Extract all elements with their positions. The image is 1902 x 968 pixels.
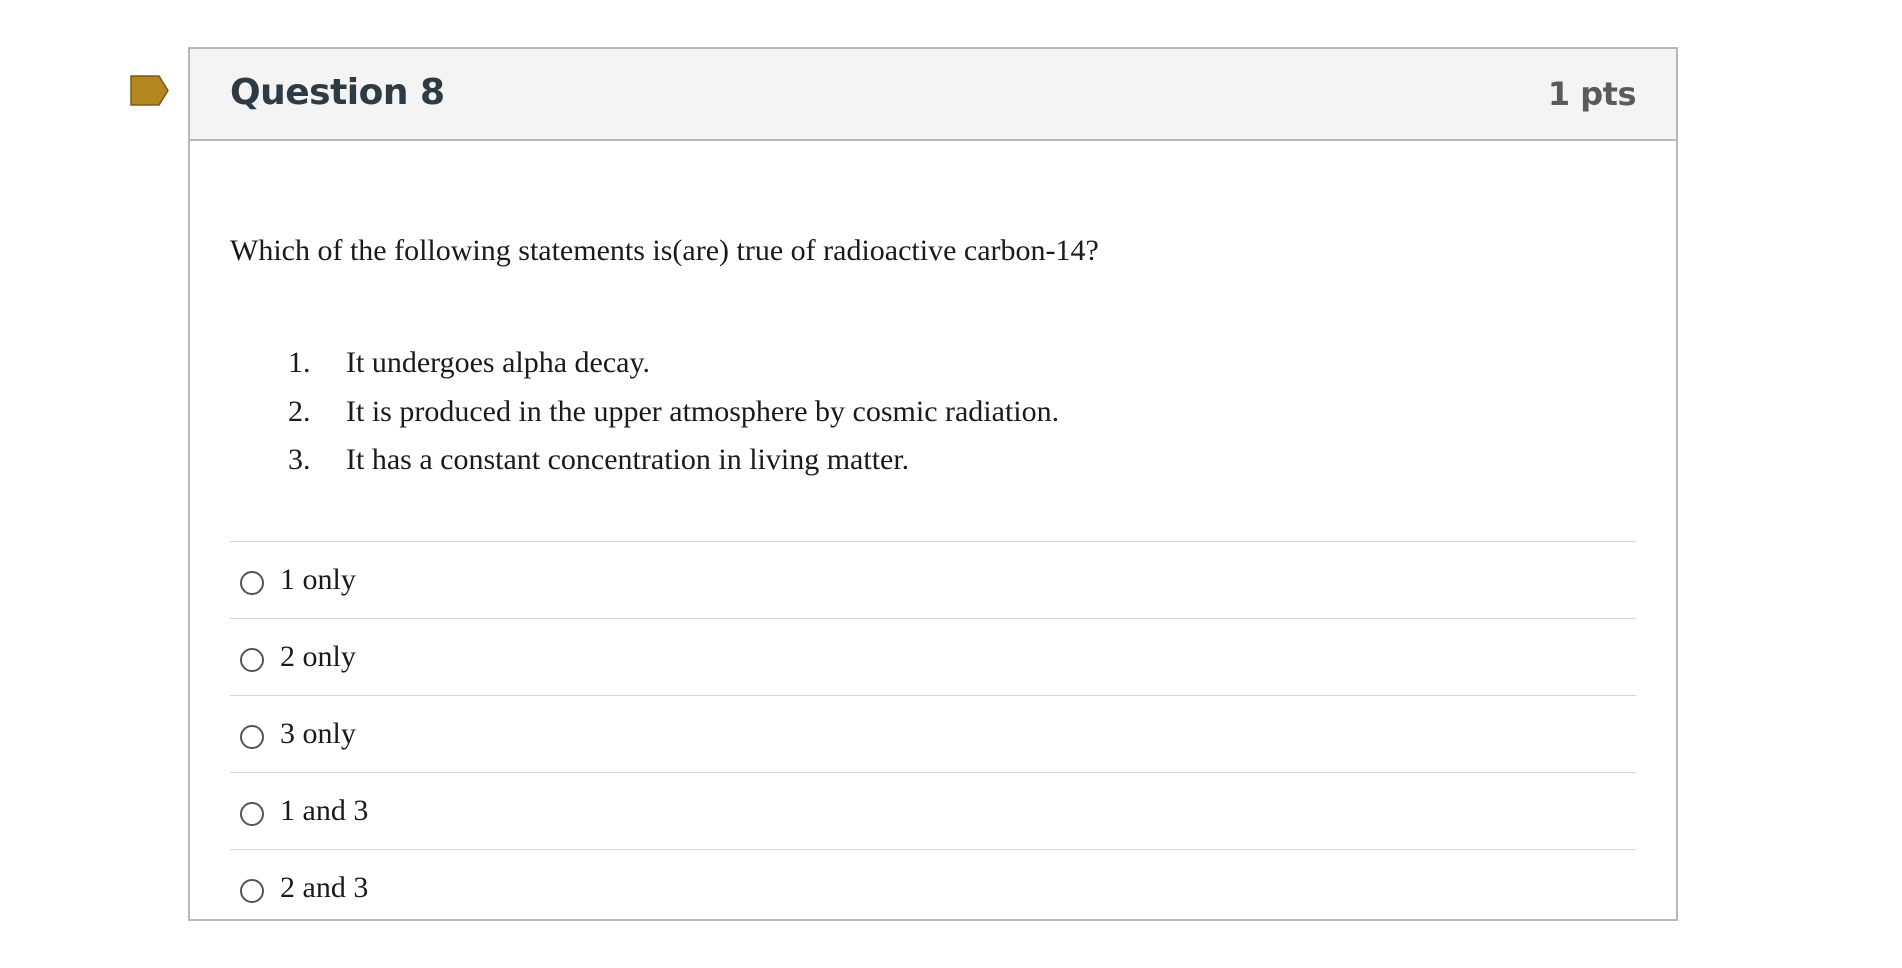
- flag-question-icon[interactable]: [129, 74, 171, 107]
- answer-radio[interactable]: [240, 571, 264, 595]
- answer-label[interactable]: 1 and 3: [280, 793, 368, 829]
- answer-option[interactable]: 2 only: [230, 618, 1636, 695]
- answer-radio[interactable]: [240, 802, 264, 826]
- statement-list: 1. It undergoes alpha decay. 2. It is pr…: [230, 339, 1059, 485]
- answer-radio[interactable]: [240, 879, 264, 903]
- question-points: 1 pts: [1547, 75, 1637, 113]
- answer-label[interactable]: 2 and 3: [280, 870, 368, 906]
- answer-option[interactable]: 1 only: [230, 541, 1636, 618]
- statement-text: It has a constant concentration in livin…: [346, 443, 910, 477]
- statement-item: 2. It is produced in the upper atmospher…: [230, 388, 1059, 437]
- question-text: Which of the following statements is(are…: [230, 234, 1099, 267]
- answer-label[interactable]: 2 only: [280, 639, 356, 675]
- answer-radio[interactable]: [240, 725, 264, 749]
- answer-label[interactable]: 1 only: [280, 562, 356, 598]
- statement-item: 1. It undergoes alpha decay.: [230, 339, 1059, 388]
- statement-text: It undergoes alpha decay.: [346, 346, 651, 380]
- answer-label[interactable]: 3 only: [280, 716, 356, 752]
- question-header: Question 8 1 pts: [190, 49, 1676, 141]
- question-card: Question 8 1 pts Which of the following …: [188, 47, 1678, 921]
- answer-option[interactable]: 2 and 3: [230, 849, 1636, 926]
- answer-option[interactable]: 1 and 3: [230, 772, 1636, 849]
- statement-number: 3.: [288, 443, 311, 477]
- answer-option[interactable]: 3 only: [230, 695, 1636, 772]
- statement-text: It is produced in the upper atmosphere b…: [346, 394, 1060, 428]
- answer-list: 1 only 2 only 3 only 1 and 3 2 and 3: [230, 541, 1636, 926]
- answer-radio[interactable]: [240, 648, 264, 672]
- statement-number: 2.: [288, 394, 311, 428]
- question-title: Question 8: [230, 72, 445, 113]
- statement-number: 1.: [288, 346, 311, 380]
- statement-item: 3. It has a constant concentration in li…: [230, 436, 1059, 485]
